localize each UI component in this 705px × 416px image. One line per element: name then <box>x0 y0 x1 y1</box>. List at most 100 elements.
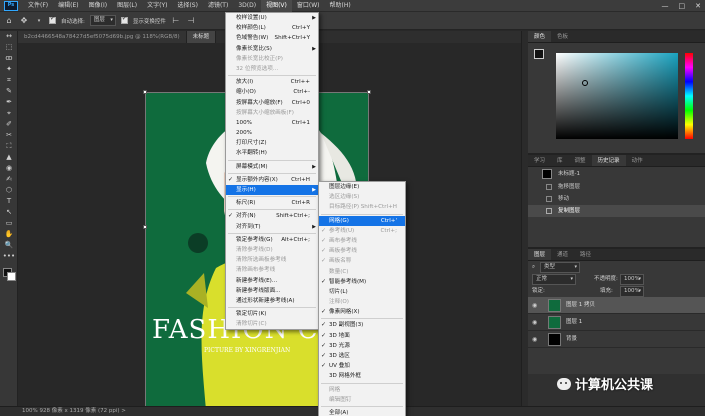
menu-item[interactable]: 滤镜(T) <box>203 0 233 12</box>
menu-item[interactable]: 按屏幕大小缩放(F) Ctrl+0 <box>226 98 318 108</box>
tool-icon[interactable]: ⌖ <box>0 108 18 119</box>
menu-item[interactable]: 3D 网格外框 <box>319 371 405 381</box>
tool-icon[interactable]: ⬚ <box>0 42 18 53</box>
tab-learn[interactable]: 学习 <box>528 155 551 166</box>
tool-icon[interactable]: T <box>0 196 18 207</box>
color-picker-cursor[interactable] <box>582 80 588 86</box>
menu-item[interactable]: 文件(F) <box>23 0 53 12</box>
tab-libraries[interactable]: 库 <box>551 155 569 166</box>
tool-icon[interactable]: ••• <box>0 251 18 262</box>
tool-icon[interactable]: ✒ <box>0 97 18 108</box>
tool-icon[interactable]: ✐ <box>0 119 18 130</box>
history-item-active[interactable]: 复制图层 <box>528 205 705 217</box>
eye-icon[interactable]: ◉ <box>532 314 537 331</box>
tool-icon[interactable]: ✂ <box>0 130 18 141</box>
tab-swatches[interactable]: 色板 <box>551 31 574 42</box>
tool-icon[interactable]: ▭ <box>0 218 18 229</box>
minimize-button[interactable]: — <box>662 2 669 10</box>
menu-item[interactable]: 帮助(H) <box>325 0 356 12</box>
menu-item[interactable]: 像素长宽比(S) ▶ <box>226 44 318 54</box>
menu-item[interactable]: 锁定参考线(G) Alt+Ctrl+; <box>226 235 318 245</box>
tab-layers[interactable]: 图层 <box>528 249 552 260</box>
auto-select-checkbox[interactable] <box>49 15 56 24</box>
tab-document-1[interactable]: b2cd4466548a78427d5ef5075d69b.jpg @ 118%… <box>18 31 187 43</box>
align-left-icon[interactable]: ⊢ <box>171 16 181 26</box>
tool-icon[interactable]: ⛶ <box>0 141 18 152</box>
transform-handle[interactable] <box>143 90 147 94</box>
tool-icon[interactable]: ✋ <box>0 229 18 240</box>
menu-item[interactable]: 文字(Y) <box>142 0 172 12</box>
menu-item[interactable]: 新建参考线版面... <box>226 286 318 296</box>
menu-item[interactable]: 图像(I) <box>84 0 112 12</box>
tool-icon[interactable]: ⌗ <box>0 75 18 86</box>
auto-select-dropdown[interactable]: 图层 <box>89 15 116 26</box>
menu-item[interactable]: 3D 副视图(3) ✓ <box>319 320 405 330</box>
color-field[interactable] <box>556 53 678 139</box>
tool-icon[interactable]: ◉ <box>0 163 18 174</box>
eye-icon[interactable]: ◉ <box>532 331 537 348</box>
align-center-icon[interactable]: ⊣ <box>186 16 196 26</box>
menu-item[interactable]: 切片(L) <box>319 287 405 297</box>
tab-document-2[interactable]: 未标题 <box>186 31 217 43</box>
menu-item[interactable]: 视图(V) <box>261 0 292 12</box>
menu-item[interactable]: 放大(I) Ctrl++ <box>226 77 318 87</box>
menu-item[interactable]: 智能参考线(M) ✓ <box>319 277 405 287</box>
tab-actions[interactable]: 动作 <box>626 155 649 166</box>
blend-mode-dropdown[interactable]: 正常 <box>532 274 576 285</box>
history-snapshot[interactable]: 未标题-1 <box>528 167 705 181</box>
menu-item[interactable]: 100% Ctrl+1 <box>226 118 318 128</box>
transform-handle[interactable] <box>143 225 147 229</box>
menu-item[interactable]: 新建参考线(E)... <box>226 276 318 286</box>
tool-icon[interactable]: ✍ <box>0 174 18 185</box>
menu-item[interactable]: 对齐到(T) ▶ <box>226 222 318 232</box>
maximize-button[interactable]: □ <box>679 2 686 10</box>
menu-item[interactable]: 锁定切片(K) <box>226 309 318 319</box>
menu-item[interactable]: 校样颜色(L) Ctrl+Y <box>226 23 318 33</box>
tool-icon[interactable]: ✦ <box>0 64 18 75</box>
menu-item[interactable]: 像素网格(X) ✓ <box>319 307 405 317</box>
home-icon[interactable]: ⌂ <box>4 16 14 26</box>
menu-item[interactable]: 网格(G) Ctrl+' <box>319 215 405 226</box>
menu-item[interactable]: 校样设置(U) ▶ <box>226 13 318 23</box>
menu-item[interactable]: 显示(H) ▶ <box>226 185 318 196</box>
menu-item[interactable]: 显示额外内容(X) ✓ Ctrl+H <box>226 175 318 185</box>
layer-row[interactable]: ◉ 图层 1 <box>528 314 705 331</box>
menu-item[interactable]: 水平翻转(H) <box>226 148 318 158</box>
menu-item[interactable]: 全部(A) <box>319 408 405 416</box>
menu-item[interactable]: 200% <box>226 128 318 138</box>
hue-slider[interactable] <box>685 53 693 139</box>
background-color-swatch[interactable] <box>7 272 16 281</box>
tab-adjustments[interactable]: 调整 <box>569 155 592 166</box>
fill-field[interactable]: 100% <box>620 286 644 297</box>
tool-icon[interactable]: ▲ <box>0 152 18 163</box>
layer-filter-dropdown[interactable]: 类型 <box>540 262 580 273</box>
transform-handle[interactable] <box>367 90 371 94</box>
menu-item[interactable]: 编辑(E) <box>53 0 83 12</box>
menu-item[interactable]: 缩小(O) Ctrl+- <box>226 87 318 97</box>
menu-item[interactable]: 3D 光源 ✓ <box>319 341 405 351</box>
chevron-down-icon[interactable]: ▾ <box>34 16 44 26</box>
menu-item[interactable]: 选择(S) <box>172 0 203 12</box>
menu-item[interactable]: 3D 地面 ✓ <box>319 331 405 341</box>
tool-icon[interactable]: ✎ <box>0 86 18 97</box>
tab-paths[interactable]: 路径 <box>574 249 597 260</box>
menu-item[interactable]: 屏幕模式(M) ▶ <box>226 162 318 172</box>
menu-item[interactable]: 通过形状新建参考线(A) <box>226 296 318 306</box>
tool-icon[interactable]: 🔍 <box>0 240 18 251</box>
menu-item[interactable]: 对齐(N) ✓ Shift+Ctrl+; <box>226 211 318 221</box>
menu-item[interactable]: 标尺(R) Ctrl+R <box>226 198 318 208</box>
history-item[interactable]: 移动 <box>528 193 705 205</box>
close-button[interactable]: ✕ <box>695 2 701 10</box>
foreground-swatch[interactable] <box>534 49 544 59</box>
layer-row[interactable]: ◉ 图层 1 拷贝 <box>528 297 705 314</box>
show-transform-checkbox[interactable] <box>120 15 128 24</box>
move-tool-icon[interactable]: ✥ <box>19 16 29 26</box>
layer-row[interactable]: ◉ 背景 <box>528 331 705 348</box>
tool-icon[interactable]: ⬡ <box>0 185 18 196</box>
menu-item[interactable]: UV 叠加 ✓ <box>319 361 405 371</box>
history-item[interactable]: 拖移图层 <box>528 181 705 193</box>
menu-item[interactable]: 图层边缘(E) <box>319 182 405 192</box>
menu-item[interactable]: 图层(L) <box>112 0 142 12</box>
menu-item[interactable]: 3D 选区 ✓ <box>319 351 405 361</box>
opacity-field[interactable]: 100% <box>620 274 644 285</box>
